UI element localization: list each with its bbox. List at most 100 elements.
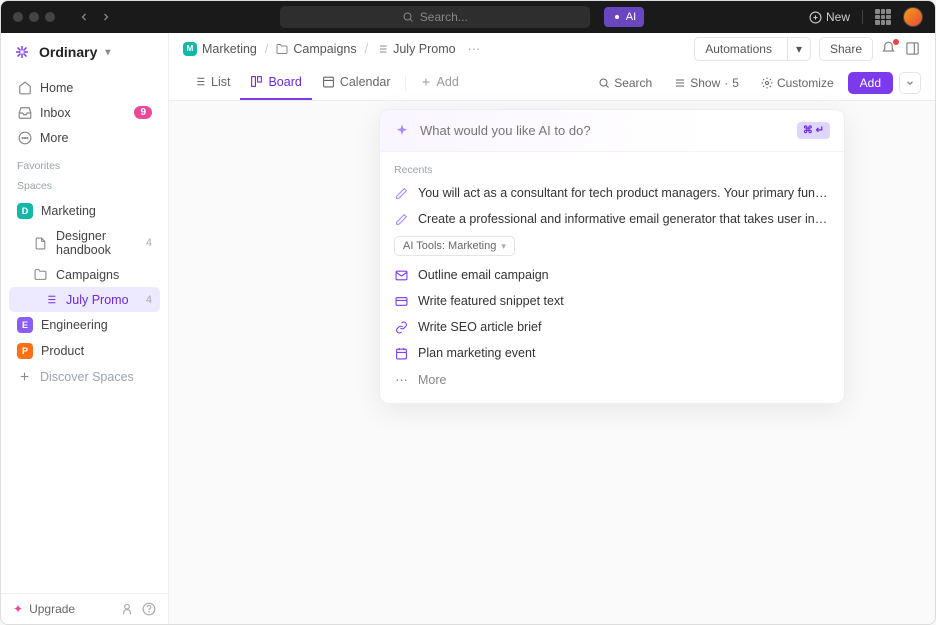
view-tabs: List Board Calendar Add — [169, 65, 935, 101]
add-task-button[interactable]: Add — [848, 72, 893, 94]
favorites-section: Favorites — [1, 154, 168, 174]
apps-button[interactable] — [875, 9, 891, 25]
breadcrumb-list[interactable]: July Promo — [376, 42, 456, 56]
more-tools[interactable]: ⋯ More — [380, 366, 844, 393]
plus-icon — [420, 76, 432, 88]
breadcrumb-more-icon[interactable]: ⋯ — [468, 41, 481, 56]
tab-calendar[interactable]: Calendar — [312, 65, 401, 100]
list-july-promo[interactable]: July Promo 4 — [9, 287, 160, 312]
breadcrumb-folder[interactable]: Campaigns — [276, 42, 356, 56]
board-canvas: ⌘ ↵ Recents You will act as a consultant… — [169, 101, 935, 624]
space-badge: D — [17, 203, 33, 219]
forward-button[interactable] — [97, 8, 115, 26]
page-header: M Marketing / Campaigns / July Promo ⋯ — [169, 33, 935, 65]
show-button[interactable]: Show · 5 — [666, 72, 747, 94]
sliders-icon — [674, 77, 686, 89]
history-nav — [75, 8, 115, 26]
recent-item[interactable]: You will act as a consultant for tech pr… — [380, 180, 844, 206]
chevron-down-icon: ▾ — [787, 38, 810, 60]
ai-prompt-input[interactable] — [420, 123, 787, 138]
more-icon — [17, 130, 32, 145]
space-engineering[interactable]: E Engineering — [9, 312, 160, 338]
discover-spaces[interactable]: Discover Spaces — [9, 364, 160, 389]
sidebar: Ordinary ▾ Home Inbox 9 More Favorit — [1, 33, 169, 624]
tool-plan-event[interactable]: Plan marketing event — [380, 340, 844, 366]
chevron-down-icon — [905, 78, 915, 88]
workspace-switcher[interactable]: Ordinary ▾ — [1, 33, 168, 71]
folder-icon — [33, 267, 48, 282]
window-controls[interactable] — [13, 12, 55, 22]
user-avatar[interactable] — [903, 7, 923, 27]
calendar-icon — [394, 347, 409, 360]
calendar-icon — [322, 75, 335, 88]
upgrade-icon: ✦ — [13, 602, 23, 616]
folder-campaigns[interactable]: Campaigns — [9, 262, 160, 287]
ai-modal: ⌘ ↵ Recents You will act as a consultant… — [379, 109, 845, 404]
notifications-icon[interactable] — [881, 41, 897, 57]
mail-icon — [394, 269, 409, 282]
sparkle-icon — [394, 123, 410, 139]
app-window: Search... AI New Ordinary ▾ — [0, 0, 936, 625]
automations-button[interactable]: Automations ▾ — [694, 37, 811, 61]
ai-tools-chip[interactable]: AI Tools: Marketing ▾ — [394, 236, 515, 256]
home-icon — [17, 80, 32, 95]
dots-icon: ⋯ — [394, 372, 409, 387]
chevron-down-icon: ▾ — [105, 47, 110, 58]
main-content: M Marketing / Campaigns / July Promo ⋯ — [169, 33, 935, 624]
search-button[interactable]: Search — [590, 72, 660, 94]
gear-icon — [761, 77, 773, 89]
tab-list[interactable]: List — [183, 65, 240, 100]
panel-icon[interactable] — [905, 41, 921, 57]
list-designer-handbook[interactable]: Designer handbook 4 — [9, 224, 160, 262]
space-badge: P — [17, 343, 33, 359]
tool-featured-snippet[interactable]: Write featured snippet text — [380, 288, 844, 314]
logo-icon — [13, 43, 31, 61]
list-icon — [43, 292, 58, 307]
space-badge: E — [17, 317, 33, 333]
search-icon — [598, 77, 610, 89]
plus-circle-icon — [809, 11, 822, 24]
spaces-section: Spaces — [1, 174, 168, 194]
user-icon[interactable] — [120, 602, 134, 616]
upgrade-button[interactable]: Upgrade — [29, 602, 75, 616]
tool-seo-brief[interactable]: Write SEO article brief — [380, 314, 844, 340]
breadcrumb: M Marketing / Campaigns / July Promo ⋯ — [183, 41, 480, 56]
tab-board[interactable]: Board — [240, 65, 311, 100]
shortcut-hint: ⌘ ↵ — [797, 122, 830, 139]
list-icon — [376, 43, 388, 55]
tab-add-view[interactable]: Add — [410, 65, 469, 100]
list-icon — [193, 75, 206, 88]
help-icon[interactable] — [142, 602, 156, 616]
doc-icon — [33, 236, 48, 251]
pencil-icon — [394, 187, 409, 200]
share-button[interactable]: Share — [819, 37, 873, 61]
space-marketing[interactable]: D Marketing — [9, 198, 160, 224]
new-button[interactable]: New — [809, 10, 850, 24]
ai-button[interactable]: AI — [604, 7, 644, 27]
space-product[interactable]: P Product — [9, 338, 160, 364]
recents-label: Recents — [380, 160, 844, 180]
nav-home[interactable]: Home — [9, 75, 160, 100]
chevron-down-icon: ▾ — [501, 241, 506, 252]
inbox-badge: 9 — [134, 106, 152, 119]
back-button[interactable] — [75, 8, 93, 26]
sparkle-icon — [612, 12, 622, 22]
search-icon — [402, 11, 414, 23]
customize-button[interactable]: Customize — [753, 72, 842, 94]
breadcrumb-space[interactable]: M Marketing — [183, 42, 257, 56]
tool-outline-email[interactable]: Outline email campaign — [380, 262, 844, 288]
nav-inbox[interactable]: Inbox 9 — [9, 100, 160, 125]
search-placeholder: Search... — [420, 10, 468, 24]
plus-icon — [17, 369, 32, 384]
global-search[interactable]: Search... — [280, 6, 590, 28]
folder-icon — [276, 43, 288, 55]
recent-item[interactable]: Create a professional and informative em… — [380, 206, 844, 232]
pencil-icon — [394, 213, 409, 226]
link-icon — [394, 321, 409, 334]
titlebar: Search... AI New — [1, 1, 935, 33]
board-icon — [250, 75, 263, 88]
card-icon — [394, 295, 409, 308]
add-dropdown[interactable] — [899, 72, 921, 94]
nav-more[interactable]: More — [9, 125, 160, 150]
inbox-icon — [17, 105, 32, 120]
